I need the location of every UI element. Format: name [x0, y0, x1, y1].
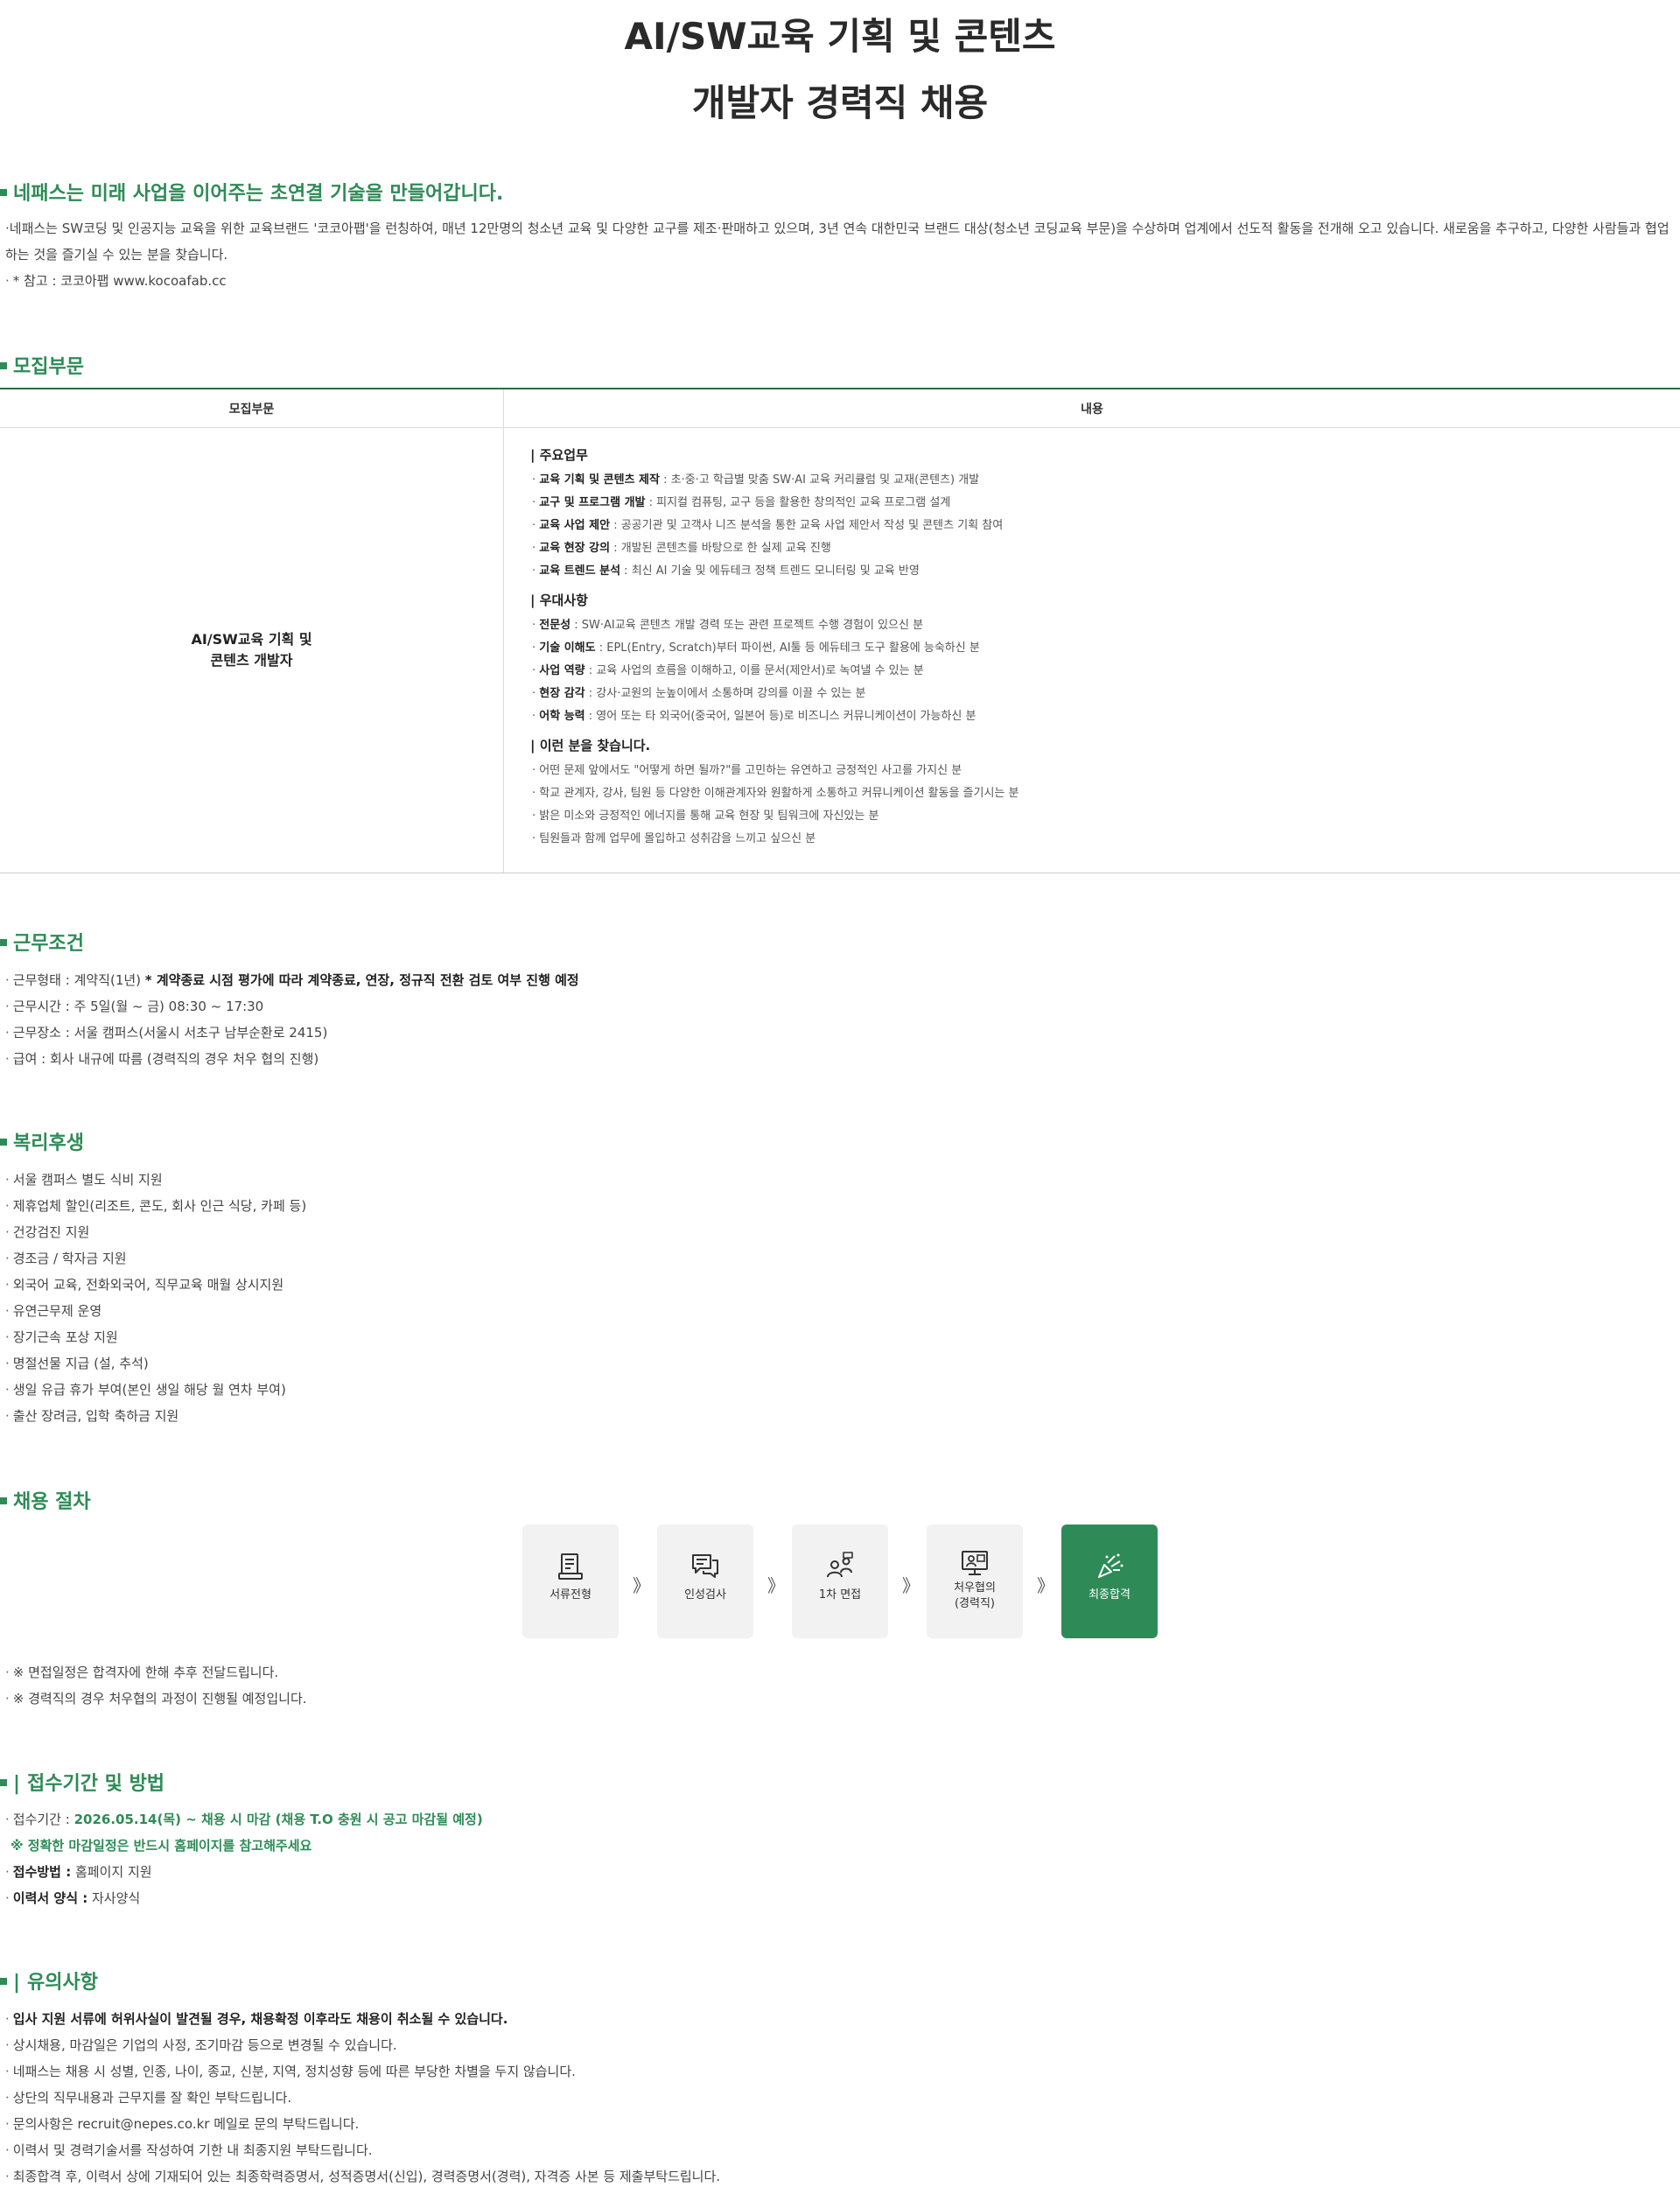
- process-note-1: · ※ 면접일정은 합격자에 한해 추후 전달드립니다.: [5, 1665, 279, 1680]
- list-item: · 상단의 직무내용과 근무지를 잘 확인 부탁드립니다.: [5, 2090, 292, 2106]
- square-bullet-icon: [0, 1139, 7, 1146]
- list-item: · 장기근속 포상 지원: [5, 1329, 118, 1345]
- list-item: · 경조금 / 학자금 지원: [5, 1251, 127, 1266]
- process-step-interview: 1차 면접: [792, 1525, 888, 1638]
- apply-period: · 접수기간 : 2026.05.14(목) ~ 채용 시 마감 (채용 T.O …: [5, 1812, 483, 1827]
- content-group-title: | 주요업무: [530, 447, 588, 463]
- step-label: 서류전형: [550, 1588, 592, 1602]
- square-bullet-icon: [0, 1497, 7, 1504]
- table-header-position: 모집부문: [0, 389, 504, 427]
- step-label: 최종합격: [1088, 1588, 1130, 1602]
- celebration-icon: [1098, 1553, 1124, 1578]
- intro-paragraph: ·네패스는 SW코딩 및 인공지능 교육을 위한 교육브랜드 '코코아팹'을 런…: [5, 221, 1670, 263]
- content-list-item: · 기술 이해도 : EPL(Entry, Scratch)부터 파이썬, AI…: [532, 641, 980, 655]
- list-item: · 네패스는 채용 시 성별, 인종, 나이, 종교, 신분, 지역, 정치성향 …: [5, 2064, 576, 2079]
- intro-note: · * 참고 : 코코아팹 www.kocoafab.cc: [5, 273, 227, 289]
- document-icon: [558, 1553, 583, 1580]
- apply-form: · 이력서 양식 : 자사양식: [5, 1890, 141, 1906]
- process-step-personality: 인성검사: [657, 1525, 753, 1638]
- arrow-icon: 》: [1037, 1575, 1054, 1596]
- caution-heading: | 유의사항: [0, 1966, 98, 1994]
- list-item: · 상시채용, 마감일은 기업의 사정, 조기마감 등으로 변경될 수 있습니다.: [5, 2037, 397, 2053]
- content-list-item: · 교육 사업 제안 : 공공기관 및 고객사 니즈 분석을 통한 교육 사업 …: [532, 519, 1004, 532]
- group-bar: |: [530, 738, 540, 754]
- content-group-title: | 우대사항: [530, 592, 588, 608]
- apply-period-note: ※ 정확한 마감일정은 반드시 홈페이지를 참고해주세요: [10, 1838, 312, 1854]
- recruit-heading: 모집부문: [0, 351, 84, 379]
- square-bullet-icon: [0, 1978, 7, 1985]
- caution-bold-item: · 입사 지원 서류에 허위사실이 발견될 경우, 채용확정 이후라도 채용이 취…: [5, 2011, 508, 2027]
- list-item: · 건강검진 지원: [5, 1224, 90, 1240]
- square-bullet-icon: [0, 939, 7, 946]
- content-list-item: · 학교 관계자, 강사, 팀원 등 다양한 이해관계자와 원활하게 소통하고 …: [532, 787, 1019, 800]
- content-group-title: | 이런 분을 찾습니다.: [530, 738, 651, 754]
- process-step-document: 서류전형: [522, 1525, 619, 1638]
- intro-heading: 네패스는 미래 사업을 이어주는 초연결 기술을 만들어갑니다.: [0, 178, 503, 206]
- list-item: · 생일 유급 휴가 부여(본인 생일 해당 월 연차 부여): [5, 1382, 286, 1398]
- chat-icon: [692, 1554, 718, 1578]
- condition-salary: · 급여 : 회사 내규에 따름 (경력직의 경우 처우 협의 진행): [5, 1051, 319, 1067]
- content-list-item: · 어떤 문제 앞에서도 "어떻게 하면 될까?"를 고민하는 유연하고 긍정적…: [532, 764, 962, 777]
- recruit-table: 모집부문 내용 AI/SW교육 기획 및 콘텐츠 개발자 | 주요업무 · 교육 기…: [0, 388, 1680, 873]
- content-list-item: · 교육 현장 강의 : 개발된 콘텐츠를 바탕으로 한 실제 교육 진행: [532, 542, 831, 555]
- content-list-item: · 교육 트렌드 분석 : 최신 AI 기술 및 에듀테크 정책 트렌드 모니터…: [532, 564, 920, 578]
- table-header: 모집부문 내용: [0, 389, 1680, 428]
- list-item: · 유연근무제 운영: [5, 1303, 102, 1319]
- position-name: AI/SW교육 기획 및 콘텐츠 개발자: [0, 428, 504, 873]
- condition-hours: · 근무시간 : 주 5일(월 ~ 금) 08:30 ~ 17:30: [5, 999, 264, 1014]
- group-bar: |: [530, 447, 540, 463]
- conditions-heading: 근무조건: [0, 928, 84, 956]
- square-bullet-icon: [0, 362, 7, 369]
- process-step-final: 최종합격: [1061, 1525, 1158, 1638]
- table-header-content: 내용: [1081, 402, 1103, 417]
- process-note-2: · ※ 경력직의 경우 처우협의 과정이 진행될 예정입니다.: [5, 1691, 307, 1707]
- condition-type: · 근무형태 : 계약직(1년) * 계약종료 시점 평가에 따라 계약종료, 연…: [5, 972, 579, 988]
- content-list-item: · 전문성 : SW·AI교육 콘텐츠 개발 경력 또는 관련 프로젝트 수행 …: [532, 619, 924, 632]
- page-title-line1: AI/SW교육 기획 및 콘텐츠: [624, 15, 1056, 58]
- page-title-line2: 개발자 경력직 채용: [691, 81, 989, 124]
- group-bar: |: [530, 592, 540, 608]
- list-item: · 최종합격 후, 이력서 상에 기재되어 있는 최종학력증명서, 성적증명서(신…: [5, 2169, 721, 2184]
- content-list-item: · 사업 역량 : 교육 사업의 흐름을 이해하고, 이를 문서(제안서)로 녹…: [532, 664, 924, 677]
- square-bullet-icon: [0, 1779, 7, 1786]
- step-label: 1차 면접: [818, 1588, 862, 1602]
- condition-place: · 근무장소 : 서울 캠퍼스(서울시 서초구 남부순환로 2415): [5, 1025, 328, 1041]
- list-item: · 문의사항은 recruit@nepes.co.kr 메일로 문의 부탁드립니다…: [5, 2116, 360, 2132]
- content-list-item: · 어학 능력 : 영어 또는 타 외국어(중국어, 일본어 등)로 비즈니스 …: [532, 710, 976, 723]
- arrow-icon: 》: [902, 1575, 920, 1596]
- step-label: 인성검사: [684, 1588, 726, 1602]
- list-item: · 외국어 교육, 전화외국어, 직무교육 매월 상시지원: [5, 1277, 284, 1293]
- square-bullet-icon: [0, 189, 7, 196]
- negotiation-icon: [962, 1551, 988, 1575]
- list-item: · 이력서 및 경력기술서를 작성하여 기한 내 최종지원 부탁드립니다.: [5, 2142, 373, 2158]
- process-step-negotiation: 처우협의 (경력직): [927, 1525, 1023, 1638]
- arrow-icon: 》: [767, 1575, 785, 1596]
- welfare-heading: 복리후생: [0, 1127, 84, 1155]
- step-label: 처우협의 (경력직): [954, 1581, 996, 1610]
- list-item: · 제휴업체 할인(리조트, 콘도, 회사 인근 식당, 카페 등): [5, 1198, 307, 1214]
- content-list-item: · 밝은 미소와 긍정적인 에너지를 통해 교육 현장 및 팀워크에 자신있는 …: [532, 810, 879, 823]
- list-item: · 명절선물 지급 (설, 추석): [5, 1356, 149, 1371]
- apply-method: · 접수방법 : 홈페이지 지원: [5, 1864, 152, 1880]
- interview-icon: [827, 1552, 853, 1578]
- content-list-item: · 교구 및 프로그램 개발 : 피지컬 컴퓨팅, 교구 등을 활용한 창의적인…: [532, 496, 951, 509]
- position-content: | 주요업무 · 교육 기획 및 콘텐츠 제작 : 초·중·고 학급별 맞춤 SW…: [504, 428, 1680, 873]
- content-list-item: · 현장 감각 : 강사·교원의 눈높이에서 소통하며 강의를 이끌 수 있는 …: [532, 687, 866, 700]
- apply-heading: | 접수기간 및 방법: [0, 1768, 164, 1796]
- table-row: AI/SW교육 기획 및 콘텐츠 개발자 | 주요업무 · 교육 기획 및 콘텐츠 …: [0, 428, 1680, 873]
- list-item: · 출산 장려금, 입학 축하금 지원: [5, 1408, 179, 1424]
- content-list-item: · 교육 기획 및 콘텐츠 제작 : 초·중·고 학급별 맞춤 SW·AI 교육…: [532, 473, 980, 487]
- arrow-icon: 》: [633, 1575, 650, 1596]
- content-list-item: · 팀원들과 함께 업무에 몰입하고 성취감을 느끼고 싶으신 분: [532, 832, 816, 845]
- process-heading: 채용 절차: [0, 1486, 91, 1514]
- list-item: · 서울 캠퍼스 별도 식비 지원: [5, 1172, 163, 1188]
